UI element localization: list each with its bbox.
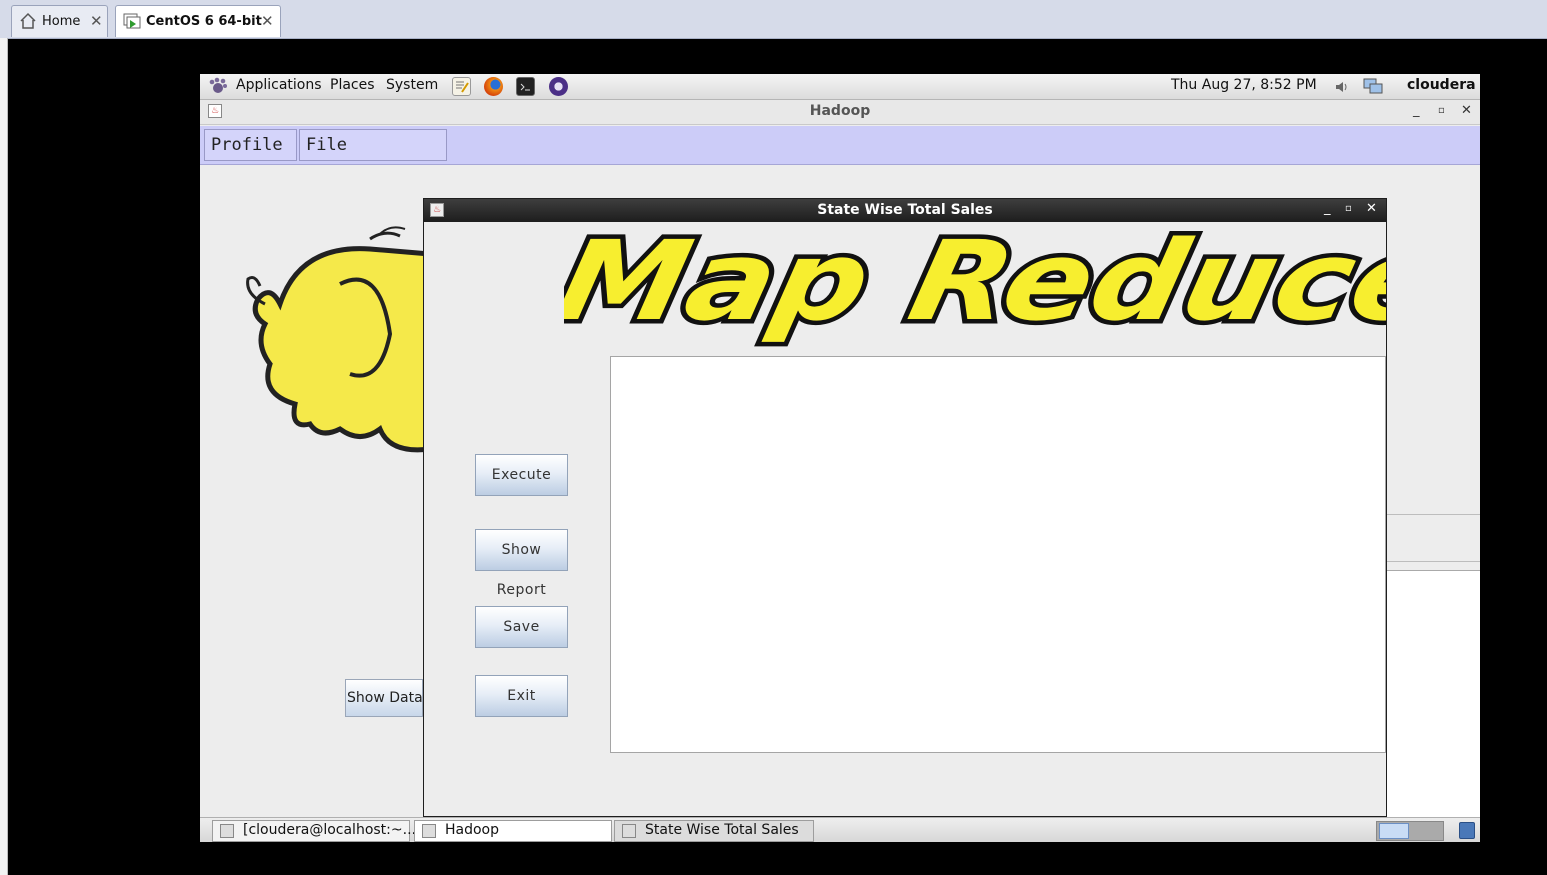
- hadoop-menubar: Profile File: [200, 126, 1480, 165]
- execute-button[interactable]: Execute: [475, 454, 568, 496]
- panel-divider: [1386, 514, 1480, 515]
- maximize-icon[interactable]: ▫: [1438, 105, 1445, 116]
- maximize-icon[interactable]: ▫: [1345, 203, 1352, 214]
- text-editor-icon[interactable]: [452, 77, 471, 96]
- tab-centos-vm[interactable]: CentOS 6 64-bit ✕: [115, 5, 281, 37]
- network-icon[interactable]: [1362, 77, 1384, 96]
- map-reduce-banner: Map Reduce: [564, 227, 1386, 350]
- hadoop-text-area[interactable]: [1386, 570, 1480, 818]
- menu-file-label: File: [306, 135, 347, 155]
- close-icon[interactable]: ✕: [261, 12, 274, 30]
- hadoop-window-title: Hadoop: [809, 103, 871, 119]
- vm-running-icon: [123, 13, 141, 29]
- menu-applications[interactable]: Applications: [236, 77, 322, 93]
- host-tab-bar: Home ✕ CentOS 6 64-bit ✕: [0, 0, 1547, 39]
- panel-divider: [1386, 561, 1480, 562]
- eclipse-icon[interactable]: [549, 77, 568, 96]
- tab-vm-label: CentOS 6 64-bit: [146, 14, 262, 29]
- hadoop-window-titlebar: ♨ Hadoop _ ▫ ✕: [200, 100, 1480, 125]
- state-wise-total-sales-dialog: ♨ State Wise Total Sales _ ▫ ✕ Map Reduc…: [423, 198, 1387, 817]
- save-button[interactable]: Save: [475, 606, 568, 648]
- menu-profile[interactable]: Profile: [204, 129, 297, 161]
- taskbar-item-hadoop[interactable]: Hadoop: [414, 820, 612, 842]
- workspace-switcher[interactable]: [1376, 821, 1444, 841]
- tab-home[interactable]: Home ✕: [11, 5, 108, 37]
- taskbar-item-label: State Wise Total Sales: [645, 822, 799, 838]
- close-icon[interactable]: ✕: [1461, 103, 1472, 118]
- home-icon: [20, 12, 36, 29]
- java-icon: [622, 824, 636, 838]
- volume-icon[interactable]: [1333, 78, 1351, 96]
- exit-button[interactable]: Exit: [475, 675, 568, 717]
- close-icon[interactable]: ✕: [90, 12, 103, 30]
- firefox-icon[interactable]: [484, 77, 503, 96]
- gnome-top-panel: Applications Places System Thu Aug 27, 8…: [200, 74, 1480, 100]
- minimize-icon[interactable]: _: [1324, 201, 1331, 216]
- close-icon[interactable]: ✕: [1366, 201, 1377, 216]
- hadoop-elephant-logo: [246, 226, 430, 453]
- taskbar-item-terminal[interactable]: [cloudera@localhost:~...: [212, 820, 416, 842]
- show-data-label: Show Data: [347, 690, 423, 706]
- terminal-icon[interactable]: [516, 77, 535, 96]
- host-side-strip: [0, 38, 8, 875]
- gnome-foot-icon: [209, 77, 227, 93]
- show-data-button[interactable]: Show Data: [345, 679, 423, 717]
- menu-file[interactable]: File: [299, 129, 447, 161]
- report-text-area[interactable]: [610, 356, 1386, 753]
- user-name[interactable]: cloudera: [1407, 77, 1476, 93]
- minimize-icon[interactable]: _: [1413, 103, 1420, 118]
- menu-system[interactable]: System: [386, 77, 438, 93]
- dialog-titlebar: ♨ State Wise Total Sales _ ▫ ✕: [424, 199, 1386, 222]
- guest-desktop: Applications Places System Thu Aug 27, 8…: [200, 74, 1480, 842]
- terminal-icon: [220, 824, 234, 838]
- dialog-title: State Wise Total Sales: [817, 202, 993, 218]
- menu-profile-label: Profile: [211, 135, 283, 155]
- workspace-1[interactable]: [1379, 823, 1409, 839]
- clock[interactable]: Thu Aug 27, 8:52 PM: [1171, 77, 1317, 93]
- banner-text: Map Reduce: [564, 227, 1386, 346]
- taskbar-item-state-wise-total-sales[interactable]: State Wise Total Sales: [614, 820, 814, 842]
- taskbar-item-label: Hadoop: [445, 822, 500, 838]
- show-report-button[interactable]: Show Report: [475, 529, 568, 598]
- trash-icon[interactable]: [1459, 822, 1475, 839]
- java-icon: [422, 824, 436, 838]
- tab-home-label: Home: [42, 14, 81, 29]
- menu-places[interactable]: Places: [330, 77, 375, 93]
- taskbar-item-label: [cloudera@localhost:~...: [243, 822, 416, 838]
- gnome-bottom-panel: [cloudera@localhost:~... Hadoop State Wi…: [200, 817, 1480, 842]
